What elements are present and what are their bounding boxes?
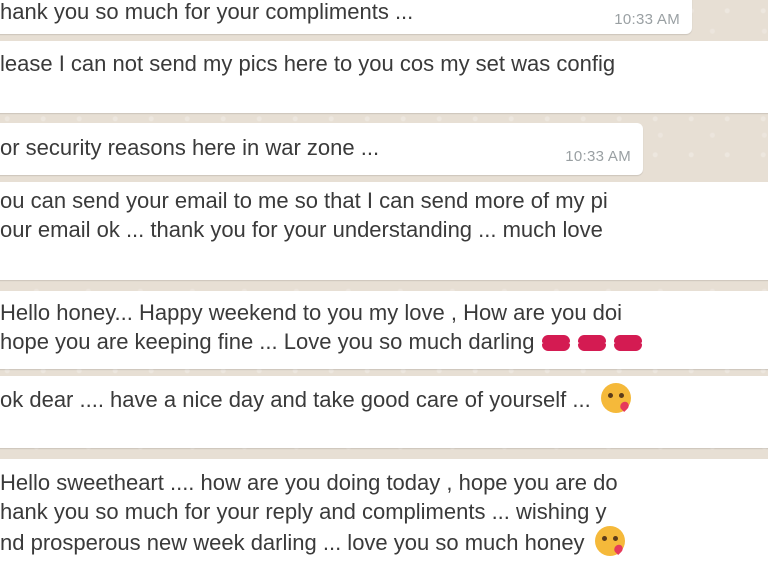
message-text: hank you so much for your reply and comp… (0, 499, 607, 524)
message-timestamp: 10:33 AM (565, 148, 631, 165)
message-bubble[interactable]: hank you so much for your compliments ..… (0, 0, 692, 34)
message-text: lease I can not send my pics here to you… (0, 51, 616, 76)
message-text: hank you so much for your compliments ..… (0, 0, 414, 24)
message-bubble[interactable]: Hello sweetheart .... how are you doing … (0, 459, 768, 563)
face-blowing-kiss-icon (600, 383, 631, 413)
face-blowing-kiss-icon (594, 526, 625, 556)
kiss-mark-icon (577, 334, 607, 352)
message-text: or security reasons here in war zone ... (0, 135, 380, 160)
message-text: hope you are keeping fine ... Love you s… (0, 329, 535, 354)
message-text: nd prosperous new week darling ... love … (0, 530, 585, 555)
message-timestamp: 10:33 AM (614, 11, 680, 28)
message-bubble[interactable]: Hello honey... Happy weekend to you my l… (0, 291, 768, 369)
kiss-mark-icon (613, 334, 643, 352)
message-text: Hello honey... Happy weekend to you my l… (0, 300, 623, 325)
message-bubble[interactable]: ou can send your email to me so that I c… (0, 182, 768, 280)
message-bubble[interactable]: or security reasons here in war zone ...… (0, 123, 643, 175)
message-bubble[interactable]: ok dear .... have a nice day and take go… (0, 376, 768, 448)
message-text: ok dear .... have a nice day and take go… (0, 387, 591, 412)
message-text: our email ok ... thank you for your unde… (0, 217, 603, 242)
message-bubble[interactable]: lease I can not send my pics here to you… (0, 41, 768, 113)
message-text: ou can send your email to me so that I c… (0, 188, 608, 213)
kiss-mark-icon (541, 334, 571, 352)
message-text: Hello sweetheart .... how are you doing … (0, 470, 618, 495)
